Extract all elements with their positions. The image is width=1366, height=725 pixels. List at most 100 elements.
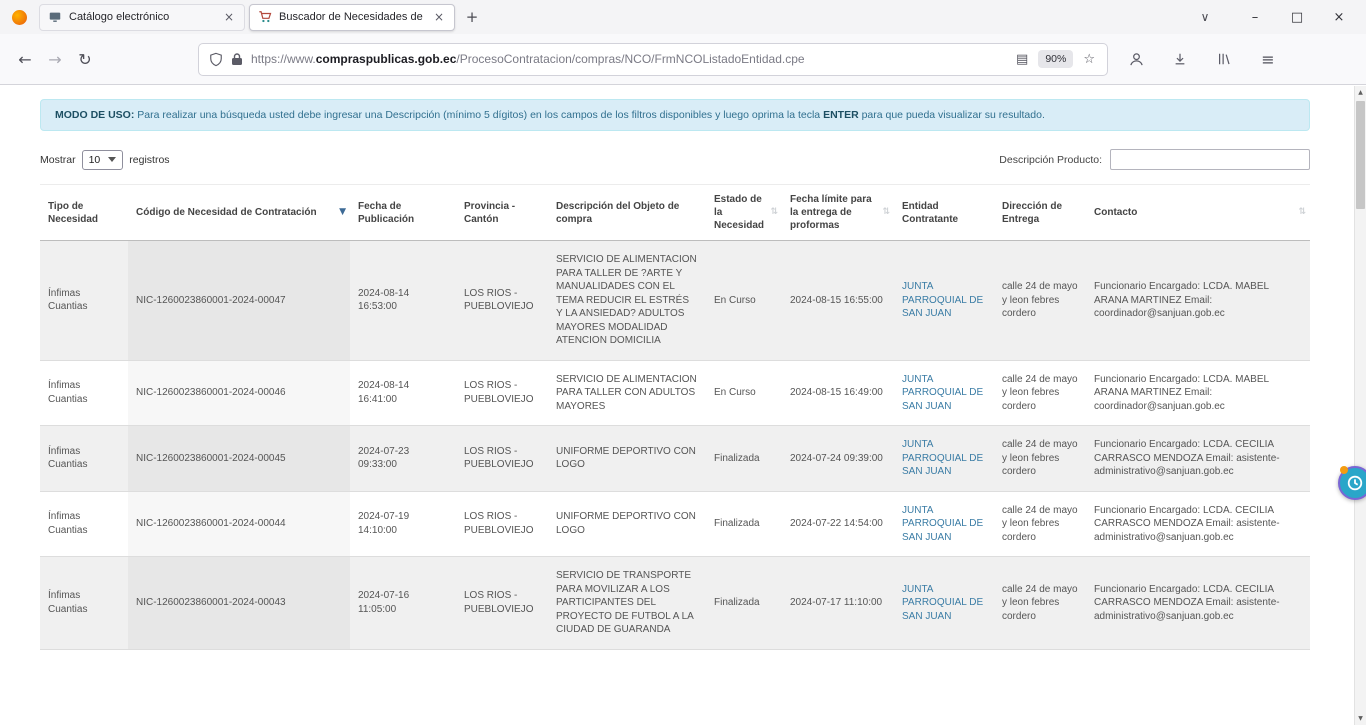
url-bar[interactable]: https://www.compraspublicas.gob.ec/Proce… [198,43,1108,76]
tracking-protection-shield-icon[interactable] [209,52,223,67]
page-length-select[interactable]: 10 [82,150,124,170]
cell-provincia: LOS RIOS - PUEBLOVIEJO [456,491,548,557]
list-all-tabs-chevron-icon[interactable]: ∨ [1190,3,1220,31]
table-controls: Mostrar 10 registros Descripción Product… [40,149,1310,170]
reload-button[interactable]: ↻ [70,44,100,74]
cell-tipo: Ínfimas Cuantias [40,426,128,492]
url-text: https://www.compraspublicas.gob.ec/Proce… [251,52,1006,66]
column-header[interactable]: Fecha de Publicación [350,185,456,241]
tab-close-icon[interactable]: × [432,10,446,24]
minimize-button[interactable]: – [1234,1,1276,33]
descripcion-producto-input[interactable] [1110,149,1310,170]
cell-entidad[interactable]: JUNTA PARROQUIAL DE SAN JUAN [894,557,994,650]
account-icon[interactable] [1124,47,1148,71]
toolbar-right-icons: ≡ [1124,47,1280,71]
tab-catalogo[interactable]: Catálogo electrónico × [39,4,245,31]
cell-direccion: calle 24 de mayo y leon febres cordero [994,557,1086,650]
show-label: Mostrar [40,154,76,166]
table-header-row: Tipo de NecesidadCódigo de Necesidad de … [40,185,1310,241]
cell-entidad[interactable]: JUNTA PARROQUIAL DE SAN JUAN [894,360,994,426]
cell-tipo: Ínfimas Cuantias [40,360,128,426]
zoom-level-button[interactable]: 90% [1038,50,1073,68]
accessibility-widget-button[interactable] [1338,466,1366,500]
cell-contacto: Funcionario Encargado: LCDA. CECILIA CAR… [1086,491,1310,557]
cell-entidad[interactable]: JUNTA PARROQUIAL DE SAN JUAN [894,241,994,361]
table-row: Ínfimas CuantiasNIC-1260023860001-2024-0… [40,360,1310,426]
cell-fecha_limite: 2024-07-24 09:39:00 [782,426,894,492]
tab-buscador[interactable]: Buscador de Necesidades de Co × [249,4,455,31]
cell-estado: Finalizada [706,557,782,650]
column-header[interactable]: Tipo de Necesidad [40,185,128,241]
buscador-favicon-icon [258,10,272,24]
column-header[interactable]: Contacto⇅ [1086,185,1310,241]
cell-entidad[interactable]: JUNTA PARROQUIAL DE SAN JUAN [894,426,994,492]
scrollbar-thumb[interactable] [1356,101,1365,209]
scroll-down-icon[interactable]: ▼ [1355,712,1366,725]
scroll-up-icon[interactable]: ▲ [1355,86,1366,99]
cell-provincia: LOS RIOS - PUEBLOVIEJO [456,557,548,650]
column-header[interactable]: Descripción del Objeto de compra [548,185,706,241]
cell-codigo: NIC-1260023860001-2024-00047 [128,241,350,361]
close-window-button[interactable]: × [1318,1,1360,33]
cell-direccion: calle 24 de mayo y leon febres cordero [994,426,1086,492]
table-row: Ínfimas CuantiasNIC-1260023860001-2024-0… [40,491,1310,557]
column-header[interactable]: Entidad Contratante [894,185,994,241]
cell-descripcion: SERVICIO DE TRANSPORTE PARA MOVILIZAR A … [548,557,706,650]
cell-codigo: NIC-1260023860001-2024-00046 [128,360,350,426]
menu-hamburger-icon[interactable]: ≡ [1256,47,1280,71]
cell-fecha_publicacion: 2024-07-23 09:33:00 [350,426,456,492]
firefox-logo-icon[interactable] [12,10,27,25]
maximize-button[interactable]: □ [1276,1,1318,33]
cell-descripcion: UNIFORME DEPORTIVO CON LOGO [548,491,706,557]
column-header[interactable]: Fecha límite para la entrega de proforma… [782,185,894,241]
select-dropdown-arrow-icon [108,157,116,162]
column-header[interactable]: Código de Necesidad de Contratación▼ [128,185,350,241]
cell-codigo: NIC-1260023860001-2024-00044 [128,491,350,557]
column-header[interactable]: Dirección de Entrega [994,185,1086,241]
reader-mode-icon[interactable]: ▤ [1014,52,1030,67]
cell-tipo: Ínfimas Cuantias [40,491,128,557]
sort-both-icon: ⇅ [882,207,890,219]
new-tab-button[interactable]: + [459,4,485,30]
table-row: Ínfimas CuantiasNIC-1260023860001-2024-0… [40,426,1310,492]
page-length-value: 10 [89,154,101,166]
catalogo-favicon-icon [48,10,62,24]
descripcion-producto-label: Descripción Producto: [999,154,1102,166]
cell-tipo: Ínfimas Cuantias [40,557,128,650]
cell-provincia: LOS RIOS - PUEBLOVIEJO [456,426,548,492]
cell-estado: Finalizada [706,426,782,492]
table-row: Ínfimas CuantiasNIC-1260023860001-2024-0… [40,241,1310,361]
browser-window: Catálogo electrónico × Buscador de Neces… [0,0,1366,725]
tab-close-icon[interactable]: × [222,10,236,24]
sort-both-icon: ⇅ [1298,207,1306,219]
cell-contacto: Funcionario Encargado: LCDA. MABEL ARANA… [1086,360,1310,426]
lock-icon[interactable] [231,52,243,66]
library-icon[interactable] [1212,47,1236,71]
cell-estado: Finalizada [706,491,782,557]
column-header[interactable]: Provincia - Cantón [456,185,548,241]
cell-estado: En Curso [706,241,782,361]
cell-fecha_limite: 2024-07-17 11:10:00 [782,557,894,650]
cell-contacto: Funcionario Encargado: LCDA. CECILIA CAR… [1086,426,1310,492]
forward-button[interactable]: → [40,44,70,74]
back-button[interactable]: ← [10,44,40,74]
cell-entidad[interactable]: JUNTA PARROQUIAL DE SAN JUAN [894,491,994,557]
banner-text: para que pueda visualizar su resultado. [859,109,1045,121]
tab-title: Buscador de Necesidades de Co [279,11,425,23]
cell-descripcion: SERVICIO DE ALIMENTACION PARA TALLER CON… [548,360,706,426]
cell-tipo: Ínfimas Cuantias [40,241,128,361]
column-header[interactable]: Estado de la Necesidad⇅ [706,185,782,241]
cell-descripcion: SERVICIO DE ALIMENTACION PARA TALLER DE … [548,241,706,361]
cell-direccion: calle 24 de mayo y leon febres cordero [994,491,1086,557]
vertical-scrollbar[interactable]: ▲ ▼ [1354,86,1366,725]
cell-contacto: Funcionario Encargado: LCDA. CECILIA CAR… [1086,557,1310,650]
page-content: MODO DE USO: Para realizar una búsqueda … [0,99,1366,650]
navigation-toolbar: ← → ↻ https://www.compraspublicas.gob.ec… [0,34,1366,85]
bookmark-star-icon[interactable]: ☆ [1081,52,1097,67]
sort-desc-icon: ▼ [339,207,346,219]
cell-contacto: Funcionario Encargado: LCDA. MABEL ARANA… [1086,241,1310,361]
cell-fecha_publicacion: 2024-08-14 16:41:00 [350,360,456,426]
product-filter: Descripción Producto: [999,149,1310,170]
downloads-icon[interactable] [1168,47,1192,71]
usage-banner: MODO DE USO: Para realizar una búsqueda … [40,99,1310,131]
